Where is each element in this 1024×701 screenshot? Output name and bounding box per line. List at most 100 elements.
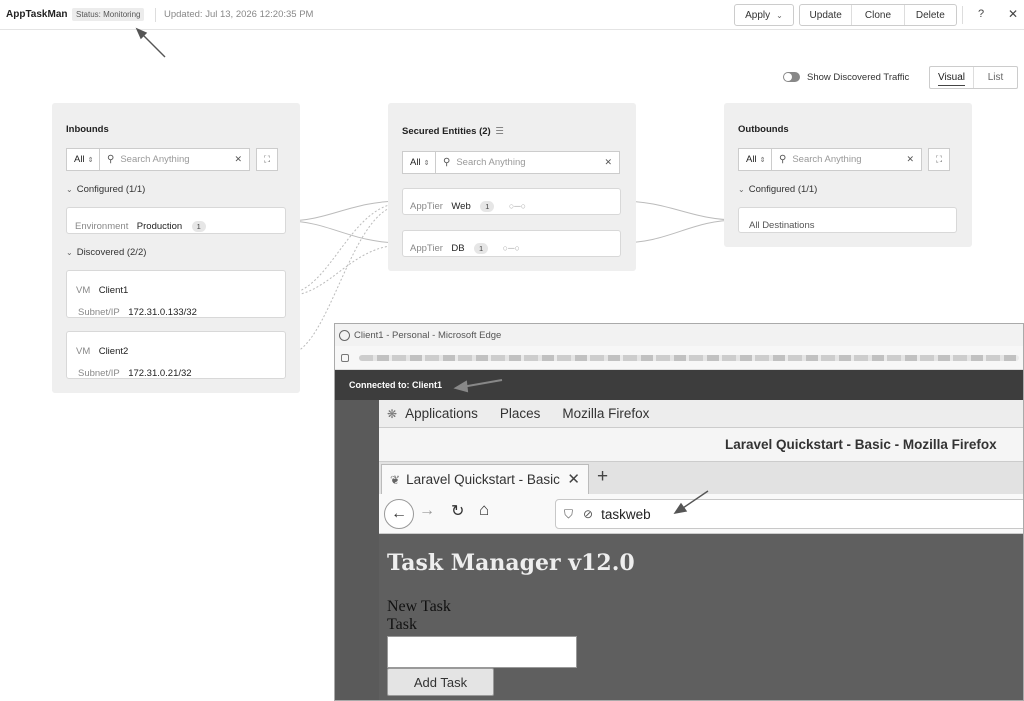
blurred-url bbox=[359, 354, 1019, 361]
firefox-nav-bar: ← → ↻ ⌂ ⛉ ⊘ taskweb bbox=[379, 494, 1023, 534]
count-badge: 1 bbox=[474, 243, 489, 254]
laravel-favicon-icon: ❦ bbox=[390, 472, 401, 487]
delete-button[interactable]: Delete bbox=[905, 5, 956, 25]
list-icon[interactable]: ☰ bbox=[495, 126, 504, 137]
tab-title: Laravel Quickstart - Basic bbox=[406, 472, 560, 487]
firefox-tab-strip: ❦ Laravel Quickstart - Basic ✕ + bbox=[379, 462, 1023, 494]
secured-entities-panel: Secured Entities (2) ☰ All ⇕ ⚲ Search Any… bbox=[388, 103, 636, 271]
clear-icon[interactable]: ✕ bbox=[906, 154, 914, 165]
remote-session-bar: Connected to: Client1 bbox=[335, 370, 1023, 400]
url-input[interactable]: ⛉ ⊘ taskweb bbox=[555, 499, 1023, 529]
select-arrows-icon: ⇕ bbox=[759, 156, 766, 164]
reload-icon[interactable]: ↻ bbox=[451, 501, 464, 521]
search-input[interactable]: ⚲ Search Anything ✕ bbox=[772, 148, 922, 171]
search-icon: ⚲ bbox=[443, 157, 451, 168]
edge-title-bar: Client1 - Personal - Microsoft Edge bbox=[335, 324, 1023, 346]
help-icon[interactable]: ? bbox=[978, 8, 984, 20]
task-input[interactable] bbox=[387, 636, 577, 668]
card-label: VM bbox=[76, 346, 91, 357]
connection-icon: ○─○ bbox=[502, 243, 520, 253]
section-label: Discovered (2/2) bbox=[76, 247, 147, 258]
edge-browser-window: Client1 - Personal - Microsoft Edge Conn… bbox=[334, 323, 1024, 701]
filter-select[interactable]: All ⇕ bbox=[738, 148, 772, 171]
filter-select[interactable]: All ⇕ bbox=[66, 148, 100, 171]
connection-line bbox=[285, 220, 403, 244]
entity-card[interactable]: AppTier Web 1 ○─○ bbox=[402, 188, 621, 215]
client-card[interactable]: VM Client1 Subnet/IP 172.31.0.133/32 bbox=[66, 270, 286, 318]
close-tab-icon[interactable]: ✕ bbox=[567, 470, 580, 488]
lock-icon bbox=[341, 353, 349, 362]
visual-tab[interactable]: Visual bbox=[930, 67, 974, 88]
destination-card[interactable]: All Destinations bbox=[738, 207, 957, 233]
forward-icon[interactable]: → bbox=[419, 502, 435, 520]
search-input[interactable]: ⚲ Search Anything ✕ bbox=[100, 148, 250, 171]
entity-card[interactable]: AppTier DB 1 ○─○ bbox=[402, 230, 621, 257]
apply-button[interactable]: Apply ⌄ bbox=[734, 4, 794, 26]
clone-button[interactable]: Clone bbox=[852, 5, 905, 25]
client-name: Client2 bbox=[98, 346, 129, 357]
web-page: Task Manager v12.0 New Task Task Add Tas… bbox=[379, 534, 1023, 700]
edge-window-title: Client1 - Personal - Microsoft Edge bbox=[354, 329, 502, 341]
expand-icon[interactable]: ⛶ bbox=[256, 148, 278, 171]
search-placeholder: Search Anything bbox=[456, 157, 526, 168]
browser-tab[interactable]: ❦ Laravel Quickstart - Basic ✕ bbox=[381, 464, 589, 494]
new-tab-icon[interactable]: + bbox=[597, 466, 608, 488]
card-value: Web bbox=[451, 201, 471, 212]
home-icon[interactable]: ⌂ bbox=[479, 500, 489, 520]
clear-icon[interactable]: ✕ bbox=[234, 154, 242, 165]
filter-value: All bbox=[410, 157, 421, 168]
menu-places[interactable]: Places bbox=[500, 406, 541, 421]
update-button[interactable]: Update bbox=[800, 5, 853, 25]
chevron-down-icon: ⌄ bbox=[66, 248, 73, 257]
chevron-down-icon: ⌄ bbox=[776, 10, 783, 20]
view-switch: Visual List bbox=[929, 66, 1018, 89]
filter-select[interactable]: All ⇕ bbox=[402, 151, 436, 174]
menu-firefox[interactable]: Mozilla Firefox bbox=[562, 406, 649, 421]
edge-address-bar[interactable] bbox=[335, 346, 1023, 370]
connection-line bbox=[619, 200, 739, 221]
add-task-button[interactable]: Add Task bbox=[387, 668, 494, 696]
configured-section[interactable]: ⌄ Configured (1/1) bbox=[738, 184, 817, 195]
panel-title: Secured Entities (2) ☰ bbox=[402, 126, 504, 137]
select-arrows-icon: ⇕ bbox=[423, 159, 430, 167]
divider bbox=[962, 6, 963, 24]
discovered-section[interactable]: ⌄ Discovered (2/2) bbox=[66, 247, 146, 258]
shield-icon: ⛉ bbox=[564, 506, 574, 521]
desktop-menu-bar: ❋ Applications Places Mozilla Firefox bbox=[379, 400, 1023, 428]
menu-applications[interactable]: Applications bbox=[405, 406, 478, 421]
firefox-title-bar: Laravel Quickstart - Basic - Mozilla Fir… bbox=[379, 428, 1023, 462]
show-traffic-toggle[interactable] bbox=[783, 72, 800, 82]
environment-card[interactable]: Environment Production 1 bbox=[66, 207, 286, 234]
firefox-window-title: Laravel Quickstart - Basic - Mozilla Fir… bbox=[725, 437, 997, 452]
configured-section[interactable]: ⌄ Configured (1/1) bbox=[66, 184, 145, 195]
panel-title: Inbounds bbox=[66, 124, 109, 135]
search-row: All ⇕ ⚲ Search Anything ✕ bbox=[402, 151, 620, 174]
connection-icon: ○─○ bbox=[508, 201, 527, 211]
annotation-arrow bbox=[135, 27, 166, 58]
search-input[interactable]: ⚲ Search Anything ✕ bbox=[436, 151, 620, 174]
action-button-group: Update Clone Delete bbox=[799, 4, 957, 26]
globe-icon bbox=[339, 329, 350, 341]
url-text: taskweb bbox=[601, 506, 651, 522]
close-icon[interactable]: ✕ bbox=[1008, 7, 1018, 21]
chevron-down-icon: ⌄ bbox=[738, 185, 745, 194]
new-task-label: New Task bbox=[387, 598, 451, 615]
list-tab[interactable]: List bbox=[974, 67, 1017, 88]
search-placeholder: Search Anything bbox=[792, 154, 862, 165]
back-icon[interactable]: ← bbox=[384, 499, 414, 529]
search-icon: ⚲ bbox=[779, 154, 787, 165]
search-icon: ⚲ bbox=[107, 154, 115, 165]
expand-icon[interactable]: ⛶ bbox=[928, 148, 950, 171]
select-arrows-icon: ⇕ bbox=[87, 156, 94, 164]
client-card[interactable]: VM Client2 Subnet/IP 172.31.0.21/32 bbox=[66, 331, 286, 379]
search-row: All ⇕ ⚲ Search Anything ✕ ⛶ bbox=[738, 148, 950, 171]
filter-value: All bbox=[74, 154, 85, 165]
connection-line bbox=[285, 200, 403, 222]
panel-title-text: Secured Entities (2) bbox=[402, 126, 491, 137]
connection-line bbox=[285, 202, 403, 295]
clear-icon[interactable]: ✕ bbox=[604, 157, 612, 168]
section-label: Configured (1/1) bbox=[748, 184, 818, 195]
status-badge: Status: Monitoring bbox=[72, 8, 145, 21]
search-placeholder: Search Anything bbox=[120, 154, 190, 165]
show-traffic-label: Show Discovered Traffic bbox=[807, 72, 910, 83]
